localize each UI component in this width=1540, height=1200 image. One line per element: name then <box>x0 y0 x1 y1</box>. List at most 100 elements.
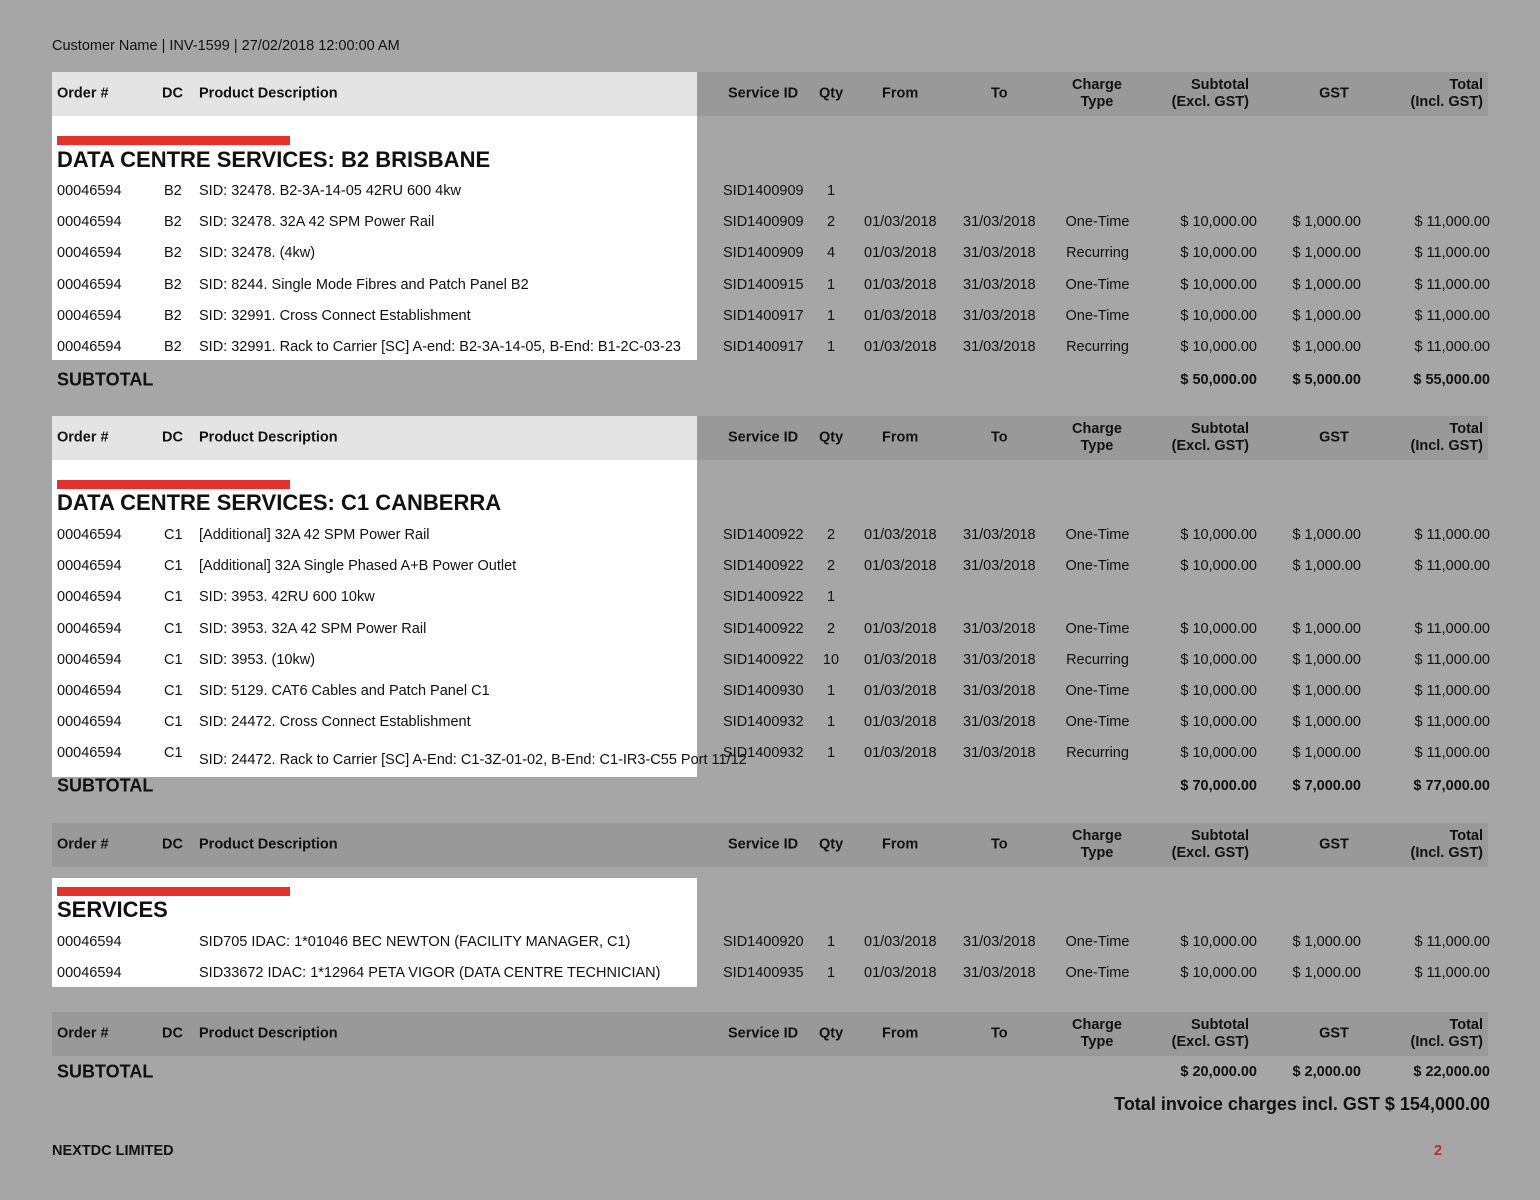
from-date: 01/03/2018 <box>864 683 937 699</box>
subtotal-amount: $ 10,000.00 <box>1180 934 1257 950</box>
col-total: Total (Incl. GST) <box>1410 828 1484 861</box>
col-to: To <box>991 836 1008 853</box>
subtotal-amount: $ 10,000.00 <box>1180 651 1257 668</box>
col-charge-type: Charge Type <box>1072 828 1122 861</box>
column-header-row: Order # DC Product Description Service ID Qt… <box>52 1012 1488 1056</box>
from-date: 01/03/2018 <box>864 745 937 762</box>
col-from: From <box>882 836 919 853</box>
section-total: $ 22,000.00 <box>1413 1064 1490 1080</box>
total-amount: $ 11,000.00 <box>1414 527 1490 543</box>
subtotal-amount: $ 10,000.00 <box>1180 307 1257 324</box>
charge-type: One-Time <box>1065 558 1130 575</box>
product-description: SID: 5129. CAT6 Cables and Patch Panel C… <box>199 683 490 699</box>
product-description: [Additional] 32A 42 SPM Power Rail <box>199 527 430 543</box>
section-accent-bar <box>57 480 290 489</box>
qty: 2 <box>826 558 836 575</box>
to-date: 31/03/2018 <box>963 683 1036 699</box>
charge-type: One-Time <box>1065 307 1130 324</box>
to-date: 31/03/2018 <box>963 339 1036 355</box>
gst-amount: $ 1,000.00 <box>1292 214 1361 231</box>
col-gst: GST <box>1319 85 1349 102</box>
col-subtotal: Subtotal (Excl. GST) <box>1171 421 1249 454</box>
col-order: Order # <box>57 1025 109 1042</box>
col-subtotal: Subtotal (Excl. GST) <box>1171 828 1249 861</box>
service-id: SID1400935 <box>723 965 804 982</box>
gst-amount: $ 1,000.00 <box>1292 527 1361 543</box>
service-id: SID1400922 <box>723 558 804 575</box>
section-subtotal: $ 20,000.00 <box>1180 1064 1257 1080</box>
qty: 2 <box>826 620 836 637</box>
section-title: DATA CENTRE SERVICES: C1 CANBERRA <box>57 490 502 515</box>
from-date: 01/03/2018 <box>864 620 937 637</box>
qty: 1 <box>826 339 836 355</box>
from-date: 01/03/2018 <box>864 276 937 293</box>
col-description: Product Description <box>199 836 338 853</box>
to-date: 31/03/2018 <box>963 214 1036 231</box>
col-dc: DC <box>162 836 183 853</box>
dc: C1 <box>164 745 183 762</box>
col-description: Product Description <box>199 429 338 446</box>
subtotal-amount: $ 10,000.00 <box>1180 276 1257 293</box>
column-header-row: Order # DC Product Description Service ID Qt… <box>52 416 1488 460</box>
section-total: $ 77,000.00 <box>1413 778 1490 794</box>
dc: C1 <box>164 714 183 731</box>
from-date: 01/03/2018 <box>864 307 937 324</box>
order-number: 00046594 <box>57 214 122 231</box>
dc: C1 <box>164 683 183 699</box>
col-to: To <box>991 429 1008 446</box>
from-date: 01/03/2018 <box>864 714 937 731</box>
subtotal-amount: $ 10,000.00 <box>1180 339 1257 355</box>
to-date: 31/03/2018 <box>963 276 1036 293</box>
col-service-id: Service ID <box>728 1025 799 1042</box>
col-from: From <box>882 1025 919 1042</box>
order-number: 00046594 <box>57 934 122 950</box>
from-date: 01/03/2018 <box>864 651 937 668</box>
service-id: SID1400909 <box>723 214 804 231</box>
col-total: Total (Incl. GST) <box>1410 421 1484 454</box>
product-description: SID: 24472. Cross Connect Establishment <box>199 714 471 731</box>
gst-amount: $ 1,000.00 <box>1292 651 1361 668</box>
total-amount: $ 11,000.00 <box>1414 245 1490 262</box>
order-number: 00046594 <box>57 714 122 731</box>
section-accent-bar <box>57 136 290 145</box>
col-charge-type: Charge Type <box>1072 421 1122 454</box>
qty: 1 <box>826 714 836 731</box>
col-qty: Qty <box>819 429 844 446</box>
qty: 1 <box>826 965 836 982</box>
service-id: SID1400917 <box>723 339 804 355</box>
order-number: 00046594 <box>57 589 122 606</box>
total-amount: $ 11,000.00 <box>1414 307 1490 324</box>
order-number: 00046594 <box>57 683 122 699</box>
to-date: 31/03/2018 <box>963 307 1036 324</box>
section-total: $ 55,000.00 <box>1413 372 1490 388</box>
section-title: SERVICES <box>57 897 168 922</box>
dc: B2 <box>164 339 182 355</box>
product-description: [Additional] 32A Single Phased A+B Power… <box>199 558 517 575</box>
gst-amount: $ 1,000.00 <box>1292 558 1361 575</box>
gst-amount: $ 1,000.00 <box>1292 307 1361 324</box>
qty: 1 <box>826 745 836 762</box>
col-order: Order # <box>57 429 109 446</box>
col-to: To <box>991 85 1008 102</box>
qty: 1 <box>826 276 836 293</box>
product-description: SID: 32991. Rack to Carrier [SC] A-end: … <box>199 339 681 355</box>
qty: 1 <box>826 683 836 699</box>
charge-type: One-Time <box>1065 965 1130 982</box>
col-qty: Qty <box>819 1025 844 1042</box>
service-id: SID1400932 <box>723 745 804 762</box>
col-from: From <box>882 85 919 102</box>
product-description: SID: 32478. B2-3A-14-05 42RU 600 4kw <box>199 183 461 199</box>
gst-amount: $ 1,000.00 <box>1292 683 1361 699</box>
col-description: Product Description <box>199 85 338 102</box>
service-id: SID1400920 <box>723 934 804 950</box>
service-id: SID1400922 <box>723 527 804 543</box>
total-amount: $ 11,000.00 <box>1414 620 1490 637</box>
product-description: SID705 IDAC: 1*01046 BEC NEWTON (FACILIT… <box>199 934 631 950</box>
subtotal-label: SUBTOTAL <box>57 775 154 796</box>
from-date: 01/03/2018 <box>864 934 937 950</box>
subtotal-label: SUBTOTAL <box>57 369 154 390</box>
product-description: SID: 3953. 42RU 600 10kw <box>199 589 375 606</box>
product-description: SID: 32991. Cross Connect Establishment <box>199 307 471 324</box>
to-date: 31/03/2018 <box>963 245 1036 262</box>
order-number: 00046594 <box>57 276 122 293</box>
